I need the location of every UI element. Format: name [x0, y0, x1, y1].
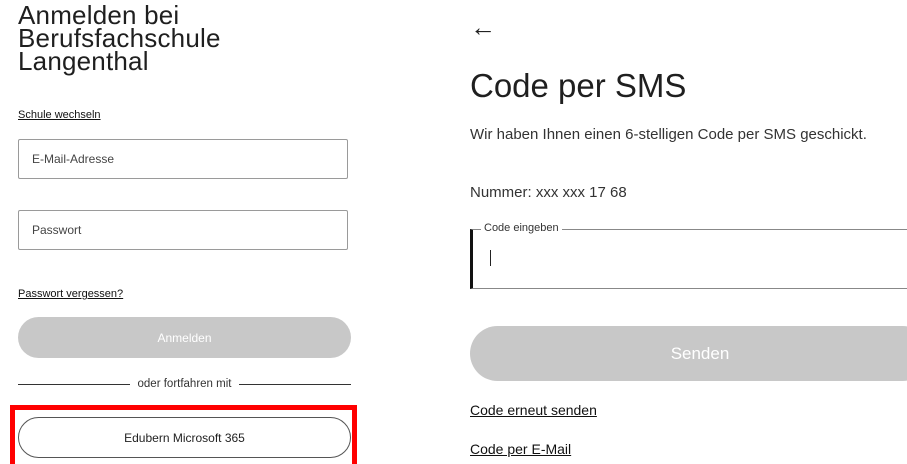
ms365-button[interactable]: Edubern Microsoft 365: [18, 417, 351, 458]
code-by-email-link[interactable]: Code per E-Mail: [470, 441, 571, 457]
sms-title: Code per SMS: [470, 67, 687, 104]
email-field[interactable]: [18, 139, 348, 179]
forgot-password-link[interactable]: Passwort vergessen?: [18, 288, 123, 300]
login-panel: Anmelden bei Berufsfachschule Langenthal…: [0, 0, 370, 464]
email-input[interactable]: [19, 140, 347, 178]
sms-panel: ← Code per SMS Wir haben Ihnen einen 6-s…: [455, 0, 907, 464]
switch-school-link[interactable]: Schule wechseln: [18, 109, 101, 121]
password-input[interactable]: [19, 211, 347, 249]
send-button[interactable]: Senden: [470, 326, 907, 381]
divider-line-right: [239, 383, 351, 385]
divider-line-left: [18, 383, 130, 385]
resend-code-link[interactable]: Code erneut senden: [470, 402, 597, 418]
password-field[interactable]: [18, 210, 348, 250]
code-input[interactable]: Code eingeben: [470, 222, 907, 289]
arrow-left-icon[interactable]: ←: [470, 14, 496, 40]
divider: oder fortfahren mit: [18, 376, 351, 392]
login-button[interactable]: Anmelden: [18, 317, 351, 358]
text-cursor: [490, 250, 491, 266]
sms-description: Wir haben Ihnen einen 6-stelligen Code p…: [470, 126, 867, 143]
divider-text: oder fortfahren mit: [137, 378, 232, 390]
code-label: Code eingeben: [481, 222, 562, 234]
phone-number: Nummer: xxx xxx 17 68: [470, 184, 627, 201]
login-title: Anmelden bei Berufsfachschule Langenthal: [18, 0, 221, 76]
